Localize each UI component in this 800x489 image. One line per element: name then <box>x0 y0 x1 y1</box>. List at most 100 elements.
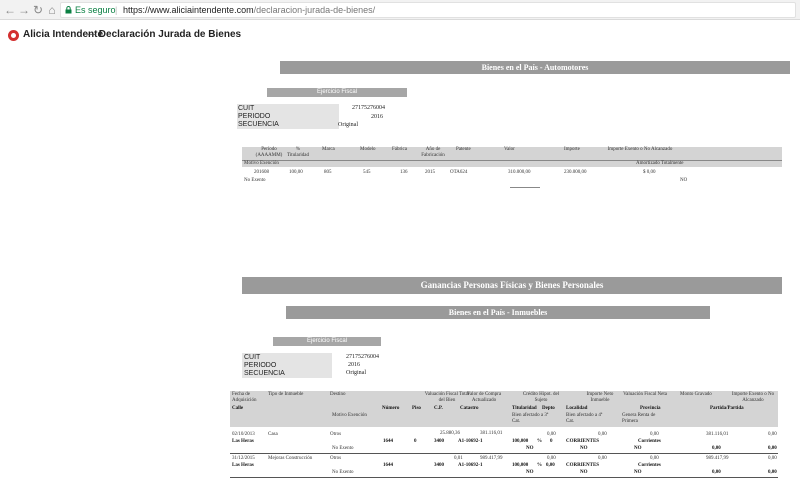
inm-r1-depto: 0 <box>550 439 553 444</box>
auto-valor-rule <box>510 187 540 188</box>
inm-r1-credito: 0,00 <box>547 432 556 437</box>
inm-h-numero: Número <box>382 406 400 411</box>
inmuebles-cuit-label: CUIT <box>244 354 261 361</box>
auto-valor: 310.000,00 <box>508 170 531 175</box>
inm-h-genera: Genera Renta de Primera <box>622 413 656 424</box>
inm-h-bien-afectado: Bien afectado a 3ª Cat. <box>512 413 549 424</box>
inm-row-divider <box>230 453 778 454</box>
inmuebles-periodo: 2016 <box>348 362 360 368</box>
inm-r1-provincia: Corrientes <box>638 439 661 444</box>
inm-r2-monto2: 0,00 <box>712 470 721 475</box>
auto-patente: OTA624 <box>450 170 468 175</box>
inm-r1-catastro: A1-10692-1 <box>458 439 483 444</box>
auto-marca: 805 <box>324 170 332 175</box>
inm-r1-motivo: No Exento <box>332 446 354 451</box>
auto-h-patente: Patente <box>456 147 471 152</box>
auto-amortizado: NO <box>680 178 688 183</box>
automotores-periodo: 2016 <box>371 114 383 120</box>
automotores-cuit-label: CUIT <box>238 105 255 112</box>
inmuebles-secuencia-label: SECUENCIA <box>244 370 285 377</box>
inm-r2-valuacion-neta: 0,00 <box>650 456 659 461</box>
inm-r1-titularidad: 100,000 <box>512 439 529 444</box>
inm-r2-numero: 1644 <box>383 463 393 468</box>
inm-r1-fecha: 02/10/2013 <box>232 432 255 437</box>
automotores-ejercicio: Ejercicio Fiscal <box>267 88 407 97</box>
inm-h-bien-afectado4: Bien afectado a 4ª Cat. <box>566 413 603 424</box>
inm-h-cp: C.P. <box>434 406 443 411</box>
inm-r1-valuacion-neta: 0,00 <box>650 432 659 437</box>
auto-h-exento: Importe Exento o No Alcanzado <box>607 147 673 152</box>
lock-icon <box>65 6 72 14</box>
auto-h-periodo: Período (AAAAMM) <box>255 147 283 158</box>
auto-h-fabrica: Fábrica <box>392 147 407 152</box>
automotores-cuit: 27175276004 <box>352 105 385 111</box>
automotores-title: Bienes en el País - Automotores <box>280 61 790 74</box>
ganancias-title: Ganancias Personas Físicas y Bienes Pers… <box>242 277 782 294</box>
home-icon[interactable]: ⌂ <box>45 2 59 18</box>
inm-h-calle: Calle <box>232 406 244 411</box>
inm-r1-destino: Otros <box>330 432 342 437</box>
inm-r2-fecha: 31/12/2015 <box>232 456 255 461</box>
url-separator: | <box>115 5 118 15</box>
inm-r2-depto: 0,00 <box>546 463 555 468</box>
inmuebles-ejercicio: Ejercicio Fiscal <box>273 337 381 346</box>
inm-r1-afectado4: NO <box>580 446 588 451</box>
auto-h-valor: Valor <box>504 147 515 152</box>
reload-icon[interactable]: ↻ <box>31 2 45 18</box>
automotores-secuencia: Original <box>338 122 358 128</box>
auto-h-marca: Marca <box>322 147 335 152</box>
inm-r1-valor-compra: 381.116,01 <box>480 431 503 436</box>
inm-r2-exento2: 0,00 <box>768 470 777 475</box>
inm-r1-valuacion: 25.880,36 <box>440 431 460 436</box>
inm-h-motivo: Motivo Exención <box>332 413 367 418</box>
automotores-secuencia-label: SECUENCIA <box>238 121 279 128</box>
inm-h-catastro: Catastro <box>460 406 479 411</box>
inm-h-piso: Piso <box>412 406 421 411</box>
inm-r2-pct: % <box>537 463 542 468</box>
inmuebles-periodo-label: PERIODO <box>244 362 277 369</box>
browser-toolbar: ← → ↻ ⌂ Es seguro | https://www.aliciain… <box>0 0 800 20</box>
inm-r1-tipo: Casa <box>268 432 278 437</box>
inm-r2-cp: 3400 <box>434 463 444 468</box>
inm-h-importe-neto: Importe Neto Inmueble <box>586 392 614 403</box>
page-title: — Declaración Jurada de Bienes <box>86 29 241 40</box>
auto-exento: $ 0,00 <box>643 170 656 175</box>
automotores-periodo-label: PERIODO <box>238 113 271 120</box>
address-bar[interactable]: Es seguro | https://www.aliciaintendente… <box>60 2 796 18</box>
inm-r1-exento2: 0,00 <box>768 446 777 451</box>
inm-r2-destino: Otros <box>330 456 342 461</box>
inm-h-credito: Crédito Hipot. del Sujeto <box>522 392 560 403</box>
inm-r1-afectado: NO <box>526 446 534 451</box>
auto-fabrica: 136 <box>400 170 408 175</box>
inm-r2-catastro: A1-10692-1 <box>458 463 483 468</box>
inm-r2-monto: 989.417,99 <box>706 456 729 461</box>
inm-r2-localidad: CORRIENTES <box>566 463 600 468</box>
auto-h-importe: Importe <box>564 147 580 152</box>
inm-r2-titularidad: 100,000 <box>512 463 529 468</box>
back-icon[interactable]: ← <box>3 2 17 18</box>
inm-h-partida2: Partida/Partida <box>710 406 744 411</box>
inm-r2-calle: Las Heras <box>232 463 254 468</box>
inm-h-localidad: Localidad <box>566 406 588 411</box>
inm-r1-numero: 1644 <box>383 439 393 444</box>
inm-r1-importe-neto: 0,00 <box>598 432 607 437</box>
logo-icon[interactable] <box>8 30 19 41</box>
inm-h-destino: Destino <box>330 392 346 397</box>
auto-h-anio: Año de Fabricación <box>421 147 445 158</box>
inm-h-valor-compra: Valor de Compra Actualizado <box>466 392 502 403</box>
inm-r1-genera: NO <box>634 446 642 451</box>
inm-r2-importe-neto: 0,00 <box>598 456 607 461</box>
auto-anio: 2015 <box>425 170 435 175</box>
inm-r2-provincia: Corrientes <box>638 463 661 468</box>
inm-r1-monto: 381.116,01 <box>706 432 729 437</box>
inm-r2-valor-compra: 989.417,99 <box>480 456 503 461</box>
inm-table-bottom <box>230 477 778 478</box>
forward-icon[interactable]: → <box>17 2 31 18</box>
inmuebles-title: Bienes en el País - Inmuebles <box>286 306 710 319</box>
url-host: https://www.aliciaintendente.com <box>123 5 254 15</box>
auto-modelo: 545 <box>363 170 371 175</box>
inm-r1-cp: 3400 <box>434 439 444 444</box>
secure-label: Es seguro <box>75 5 116 15</box>
inm-r1-monto2: 0,00 <box>712 446 721 451</box>
inm-h-exento: Importe Exento o No Alcanzado <box>731 392 775 403</box>
